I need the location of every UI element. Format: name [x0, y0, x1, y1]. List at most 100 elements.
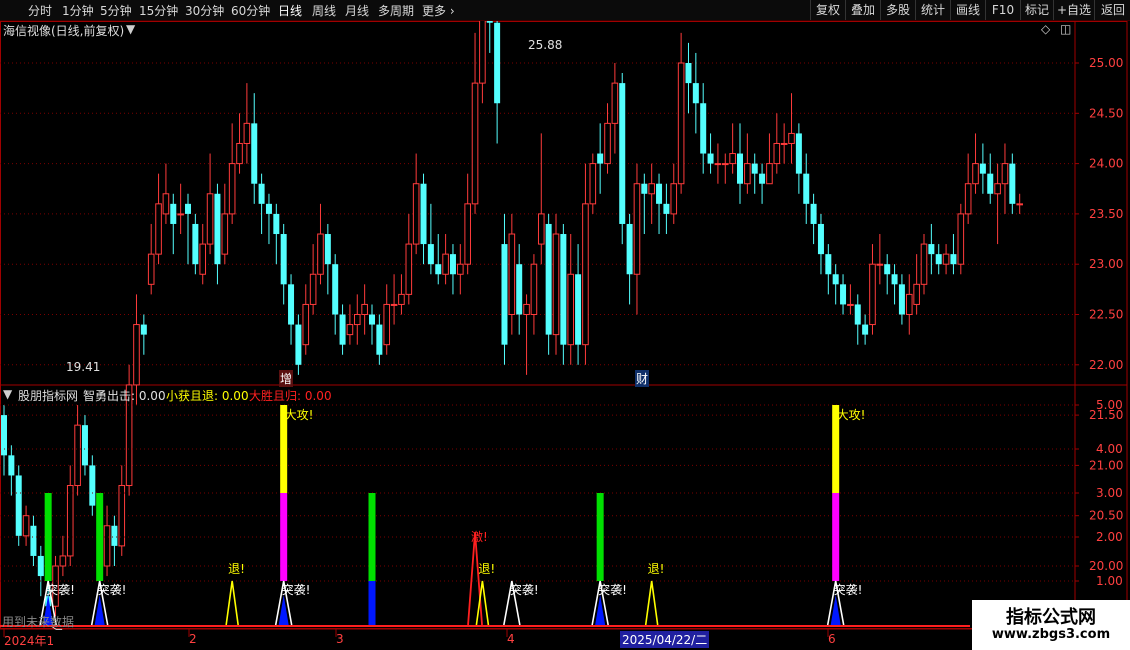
- legend-zhiyong: 智勇出击: 0.00: [83, 389, 166, 403]
- candle: [258, 173, 265, 235]
- candle-body: [464, 203, 471, 265]
- candle-body: [523, 303, 530, 316]
- candle: [1, 405, 7, 476]
- period-toolbar: 分时 1分钟 5分钟 15分钟 30分钟 60分钟 日线 周线 月线 多周期 更…: [0, 0, 1130, 21]
- candle-body: [332, 264, 339, 315]
- retreat-spike: [225, 580, 239, 626]
- candle-body: [560, 234, 567, 345]
- candle: [192, 213, 199, 275]
- candle-body: [376, 324, 383, 355]
- candle-body: [346, 324, 354, 336]
- signal-label-attack: 大攻!: [284, 408, 314, 422]
- price-tick-label: 22.00: [1089, 358, 1123, 372]
- stats-button[interactable]: 统计: [915, 0, 950, 20]
- draw-button[interactable]: 画线: [950, 0, 985, 20]
- indicator-title: 股朋指标网: [18, 389, 79, 403]
- back-button[interactable]: 返回: [1094, 0, 1130, 20]
- indicator-bar-magenta: [280, 493, 288, 581]
- f10-button[interactable]: F10: [985, 0, 1020, 20]
- candle: [236, 113, 243, 174]
- candle: [707, 133, 714, 174]
- period-tab-60min[interactable]: 60分钟: [231, 2, 270, 19]
- candle: [185, 193, 191, 265]
- candle-body: [369, 314, 375, 325]
- candle: [324, 223, 331, 295]
- candle: [288, 274, 295, 345]
- candle: [405, 213, 413, 305]
- candle: [170, 193, 177, 255]
- candle-body: [1009, 163, 1016, 204]
- add-watchlist-button[interactable]: +自选: [1053, 0, 1094, 20]
- more-label: 更多: [422, 4, 447, 18]
- candle-body: [964, 183, 972, 215]
- candle-body: [803, 173, 810, 204]
- period-tab-timeshare[interactable]: 分时: [28, 2, 52, 19]
- candle-body: [140, 324, 147, 335]
- candle-body: [265, 203, 272, 214]
- high-price-label: 25.88: [528, 38, 563, 52]
- candle: [206, 153, 214, 255]
- candle-body: [898, 284, 905, 315]
- indicator-menu-icon[interactable]: ▼: [3, 387, 12, 401]
- mark-button[interactable]: 标记: [1020, 0, 1053, 20]
- candle: [508, 213, 516, 335]
- candle-body: [707, 153, 714, 164]
- signal-label-raid: 突袭!: [598, 583, 627, 597]
- adjust-button[interactable]: 复权: [810, 0, 845, 20]
- period-tab-30min[interactable]: 30分钟: [185, 2, 224, 19]
- candle: [427, 203, 434, 275]
- candle-body: [648, 183, 655, 195]
- candle: [412, 153, 420, 255]
- date-label-3: 3: [336, 632, 344, 646]
- candle: [869, 244, 876, 335]
- candle-body: [942, 253, 950, 265]
- candle-body: [721, 163, 729, 166]
- period-tab-15min[interactable]: 15分钟: [139, 2, 178, 19]
- signal-label-raid: 突袭!: [833, 583, 863, 597]
- period-tab-multi[interactable]: 多周期: [378, 2, 414, 19]
- date-label-6: 6: [828, 632, 836, 646]
- candle-body: [74, 424, 81, 487]
- candle-body: [118, 485, 126, 547]
- chevron-down-icon[interactable]: ▼: [126, 22, 135, 36]
- candle-body: [339, 314, 346, 345]
- candle: [140, 314, 147, 355]
- price-tick-label: 24.00: [1089, 157, 1123, 171]
- candle-body: [575, 274, 582, 345]
- candle: [111, 515, 118, 566]
- candle: [898, 274, 905, 325]
- candle-body: [479, 21, 486, 84]
- candle-body: [905, 293, 913, 316]
- period-tab-weekly[interactable]: 周线: [312, 2, 336, 19]
- period-tab-monthly[interactable]: 月线: [345, 2, 369, 19]
- period-tab-more[interactable]: 更多 ›: [422, 2, 455, 19]
- signal-label-raid: 突袭!: [46, 583, 75, 597]
- candle-body: [420, 183, 427, 245]
- candle: [118, 465, 126, 556]
- candle-body: [1001, 163, 1009, 185]
- event-badge-increase[interactable]: 增: [279, 370, 294, 387]
- diamond-icon[interactable]: ◇: [1041, 22, 1050, 36]
- candle: [560, 223, 567, 365]
- candle-body: [700, 103, 707, 154]
- candle-body: [494, 22, 501, 104]
- candle: [714, 143, 722, 184]
- candle-body: [994, 183, 1001, 195]
- multi-stock-button[interactable]: 多股: [880, 0, 915, 20]
- pane-toggle-icon[interactable]: ◫: [1060, 22, 1071, 36]
- candle: [243, 83, 251, 164]
- candle: [22, 505, 30, 546]
- indicator-bar-green: [596, 493, 604, 581]
- event-badge-finance[interactable]: 财: [635, 370, 650, 387]
- period-tab-1min[interactable]: 1分钟: [62, 2, 94, 19]
- candle-body: [243, 122, 251, 144]
- period-tab-5min[interactable]: 5分钟: [100, 2, 132, 19]
- overlay-button[interactable]: 叠加: [845, 0, 880, 20]
- candle-body: [633, 183, 641, 275]
- candle-body: [589, 163, 597, 205]
- period-tab-daily[interactable]: 日线: [278, 2, 302, 19]
- signal-label-raid: 突袭!: [97, 583, 127, 597]
- watermark-logo: 指标公式网 www.zbgs3.com: [972, 600, 1130, 650]
- candle-body: [869, 263, 876, 326]
- candle: [464, 173, 471, 275]
